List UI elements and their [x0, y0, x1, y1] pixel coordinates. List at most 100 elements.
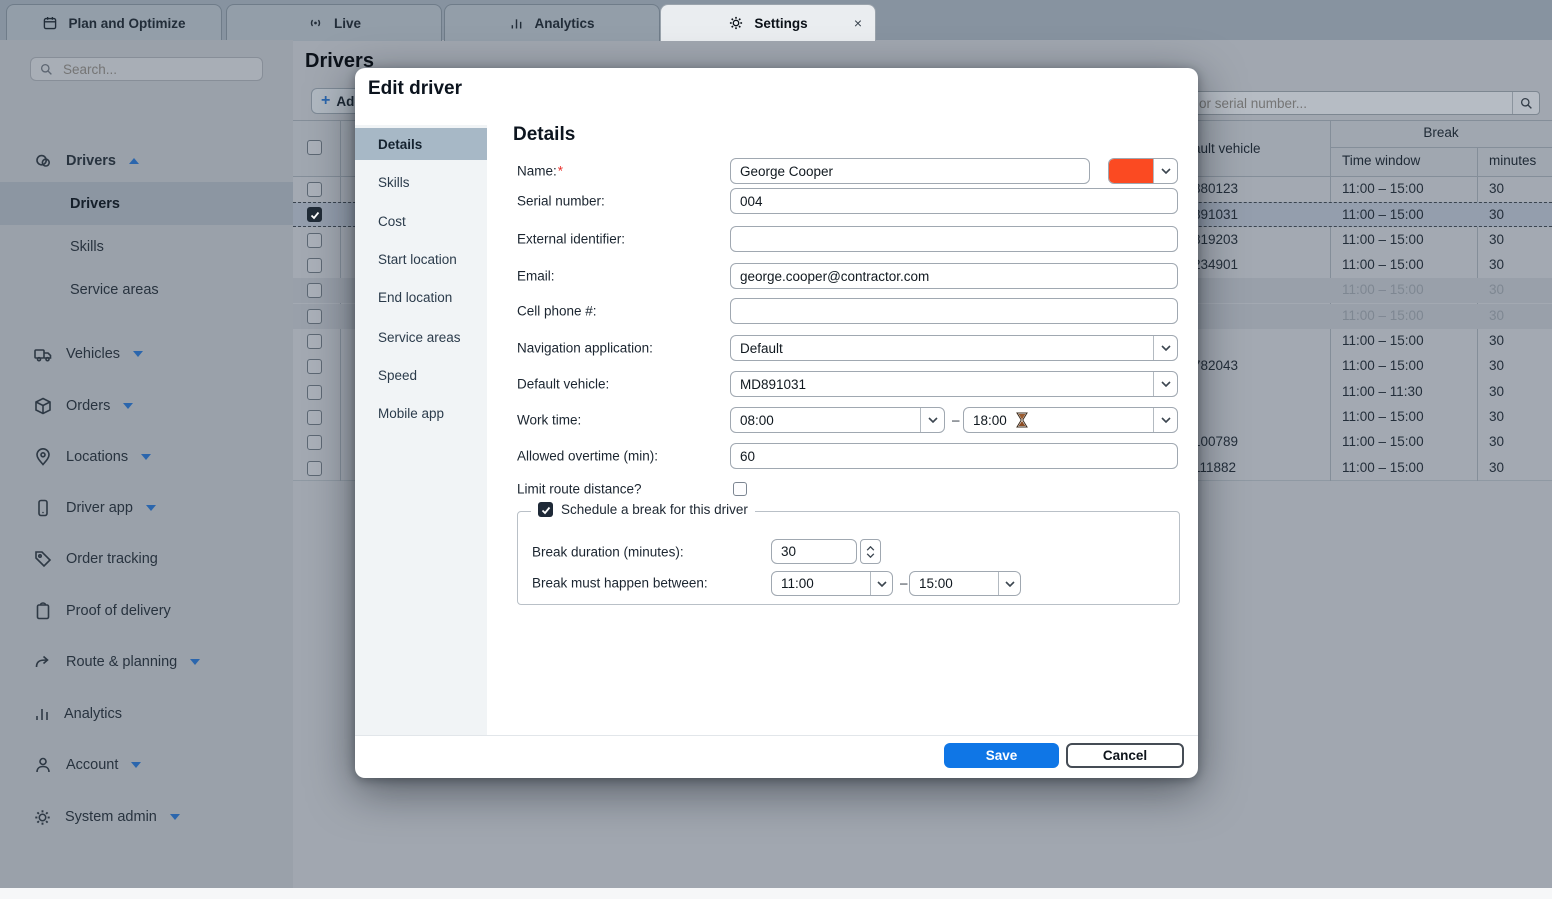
sidebar-subitem-drivers[interactable]: Drivers	[0, 182, 293, 225]
tab-plan-and-optimize[interactable]: Plan and Optimize	[6, 4, 222, 41]
sidebar-subitem-service-areas[interactable]: Service areas	[0, 268, 293, 311]
sidebar-item-vehicles[interactable]: Vehicles	[0, 329, 293, 379]
close-icon[interactable]: ×	[854, 16, 862, 30]
sidebar-item-proof-of-delivery[interactable]: Proof of delivery	[0, 586, 293, 636]
row-checkbox[interactable]	[307, 309, 322, 324]
break-window-label: Break must happen between:	[532, 576, 708, 591]
work-time-from-select[interactable]: 08:00	[730, 407, 945, 433]
chevron-down-icon[interactable]	[1153, 372, 1177, 396]
subitem-label: Drivers	[70, 196, 120, 212]
row-checkbox[interactable]	[307, 385, 322, 400]
column-header-break: Break	[1330, 125, 1552, 140]
number-spinner[interactable]	[860, 539, 881, 564]
divider	[1330, 147, 1552, 148]
chevron-down-icon[interactable]	[998, 572, 1020, 595]
sidebar-item-orders[interactable]: Orders	[0, 381, 293, 431]
divider	[355, 735, 1198, 736]
schedule-break-checkbox[interactable]	[538, 502, 553, 517]
caret-down-icon	[141, 454, 151, 460]
modal-nav-details[interactable]: Details	[355, 128, 487, 160]
row-checkbox[interactable]	[307, 461, 322, 476]
sidebar-search[interactable]	[30, 57, 263, 81]
cell-phone-field[interactable]	[730, 298, 1178, 324]
modal-nav-mobile-app[interactable]: Mobile app	[355, 397, 487, 429]
sidebar-item-label: Orders	[66, 398, 110, 414]
sidebar-item-drivers[interactable]: Drivers	[0, 140, 293, 182]
sidebar-subitem-skills[interactable]: Skills	[0, 225, 293, 268]
search-input[interactable]	[61, 61, 262, 78]
modal-nav-cost[interactable]: Cost	[355, 205, 487, 237]
caret-down-icon	[133, 351, 143, 357]
column-header-minutes: minutes	[1489, 153, 1536, 168]
bar-chart-icon	[509, 16, 524, 31]
break-to-select[interactable]: 15:00	[909, 571, 1021, 596]
sidebar-item-driver-app[interactable]: Driver app	[0, 483, 293, 533]
pin-icon	[33, 447, 53, 467]
row-checkbox[interactable]	[307, 435, 322, 450]
serial-field[interactable]	[730, 188, 1178, 214]
modal-nav-speed[interactable]: Speed	[355, 359, 487, 391]
break-from-select[interactable]: 11:00	[771, 571, 893, 596]
cell-minutes: 30	[1489, 409, 1504, 424]
cell-time-window: 11:00 – 15:00	[1342, 282, 1424, 297]
app-screen: Plan and Optimize Live Analytics Setting…	[0, 0, 1552, 899]
column-header-time-window: Time window	[1342, 153, 1420, 168]
allowed-overtime-field[interactable]	[730, 443, 1178, 469]
chevron-down-icon[interactable]	[1153, 159, 1177, 183]
row-checkbox[interactable]	[307, 410, 322, 425]
sidebar-item-analytics[interactable]: Analytics	[0, 689, 293, 739]
work-time-to-select[interactable]: 18:00	[963, 407, 1178, 433]
modal-nav-skills[interactable]: Skills	[355, 166, 487, 198]
default-vehicle-select[interactable]: MD891031	[730, 371, 1178, 397]
select-value: Default	[740, 341, 783, 356]
cancel-button[interactable]: Cancel	[1066, 743, 1184, 768]
tab-analytics[interactable]: Analytics	[444, 4, 660, 41]
external-id-field[interactable]	[730, 226, 1178, 252]
tag-icon	[33, 549, 53, 569]
sidebar-item-label: Locations	[66, 449, 128, 465]
chevron-down-icon[interactable]	[1153, 408, 1177, 432]
row-checkbox[interactable]	[307, 233, 322, 248]
navigation-app-select[interactable]: Default	[730, 335, 1178, 361]
search-icon[interactable]	[1512, 92, 1539, 114]
save-button[interactable]: Save	[944, 743, 1059, 768]
sidebar-item-route-planning[interactable]: Route & planning	[0, 637, 293, 687]
tab-label: Analytics	[534, 16, 594, 31]
select-all-checkbox[interactable]	[307, 140, 322, 155]
table-search-input[interactable]	[1181, 95, 1512, 112]
chevron-down-icon[interactable]	[1153, 336, 1177, 360]
modal-nav-start-location[interactable]: Start location	[355, 243, 487, 275]
chevron-down-icon[interactable]	[870, 572, 892, 595]
tab-settings[interactable]: Settings ×	[660, 4, 876, 41]
chevron-down-icon[interactable]	[920, 408, 944, 432]
modal-nav-service-areas[interactable]: Service areas	[355, 321, 487, 353]
subitem-label: Service areas	[70, 282, 159, 298]
cell-time-window: 11:00 – 15:00	[1342, 434, 1424, 449]
row-checkbox[interactable]	[307, 359, 322, 374]
calendar-icon	[42, 15, 58, 31]
gear-icon	[728, 15, 744, 31]
email-field[interactable]	[730, 263, 1178, 289]
required-asterisk: *	[558, 164, 563, 179]
color-swatch	[1109, 159, 1153, 183]
sidebar-item-order-tracking[interactable]: Order tracking	[0, 534, 293, 584]
row-checkbox[interactable]	[307, 207, 322, 222]
row-checkbox[interactable]	[307, 283, 322, 298]
sidebar-item-label: Vehicles	[66, 346, 120, 362]
sidebar-item-system-admin[interactable]: System admin	[0, 792, 293, 842]
bottom-strip	[0, 888, 1552, 899]
select-value: 15:00	[919, 576, 953, 591]
sidebar-item-account[interactable]: Account	[0, 740, 293, 790]
table-search[interactable]	[1180, 91, 1540, 115]
modal-nav-end-location[interactable]: End location	[355, 281, 487, 313]
row-checkbox[interactable]	[307, 182, 322, 197]
driver-color-picker[interactable]	[1108, 158, 1178, 184]
sidebar-item-locations[interactable]: Locations	[0, 432, 293, 482]
row-checkbox[interactable]	[307, 334, 322, 349]
caret-down-icon	[170, 814, 180, 820]
row-checkbox[interactable]	[307, 258, 322, 273]
break-duration-field[interactable]	[771, 539, 857, 564]
limit-route-distance-checkbox[interactable]	[733, 482, 747, 496]
name-field[interactable]	[730, 158, 1090, 184]
tab-live[interactable]: Live	[226, 4, 442, 41]
